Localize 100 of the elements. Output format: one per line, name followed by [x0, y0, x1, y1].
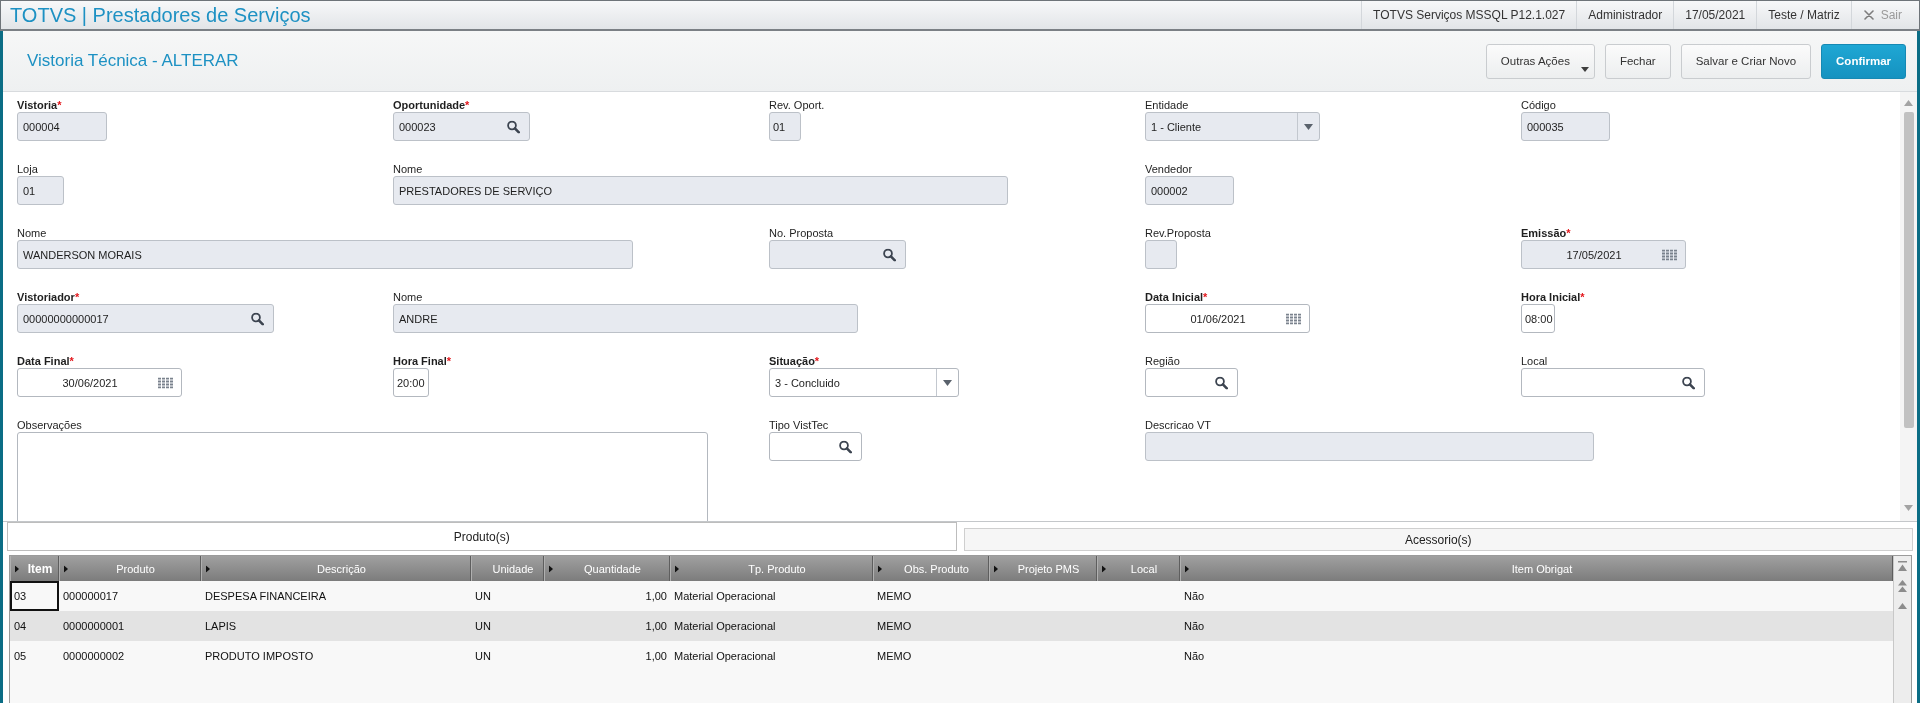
table-cell-text: LAPIS [204, 619, 238, 634]
lookup-field: 000023 [393, 112, 530, 141]
scroll-down-icon[interactable] [1904, 505, 1913, 511]
input-field: 000035 [1521, 112, 1610, 141]
select-field: 1 - Cliente [1145, 112, 1320, 141]
date-field[interactable]: 01/06/2021 [1145, 304, 1310, 333]
table-cell-text: 0000000001 [62, 619, 126, 634]
field-label: Hora Final* [393, 355, 452, 368]
table-cell-text: 1,00 [644, 649, 668, 664]
field-label: Emissão* [1521, 227, 1571, 240]
table-cell-text: UN [474, 649, 492, 664]
field-label: Nome [393, 291, 423, 304]
session-info: TOTVS Serviços MSSQL P12.1.027 [1361, 1, 1577, 29]
search-icon[interactable] [1215, 376, 1228, 389]
search-icon [251, 312, 264, 325]
scroll-up-icon[interactable] [1904, 100, 1913, 106]
scroll-to-top-icon[interactable] [1898, 561, 1907, 571]
table-cell-text: Material Operacional [673, 649, 777, 664]
field-label: Descricao VT [1145, 419, 1212, 432]
table-cell-text: Não [1183, 619, 1206, 634]
triangle-right-icon [206, 565, 210, 572]
field-label: Rev.Proposta [1145, 227, 1211, 240]
table-cell-text: 1,00 [644, 619, 668, 634]
field-label: Entidade [1145, 99, 1189, 112]
table-cell-text: 0000000002 [62, 649, 126, 664]
field-label: Data Final* [17, 355, 74, 368]
triangle-right-icon [64, 565, 68, 572]
table-cell-text: MEMO [876, 619, 913, 634]
triangle-right-icon [15, 565, 19, 572]
table-cell-text: Material Operacional [673, 619, 777, 634]
triangle-right-icon [878, 565, 882, 572]
input-field[interactable]: 08:00 [1521, 304, 1555, 333]
field-label: Observações [17, 419, 82, 432]
lookup-field[interactable] [1521, 368, 1705, 397]
table-cell-text: PRODUTO IMPOSTO [204, 649, 315, 664]
table-cell-text: DESPESA FINANCEIRA [204, 589, 328, 604]
field-label: Situação* [769, 355, 820, 368]
input-field: PRESTADORES DE SERVIÇO [393, 176, 1008, 205]
menu-button[interactable]: Outras Ações [1485, 43, 1595, 79]
field-label: Vistoriador* [17, 291, 80, 304]
field-label: Tipo VistTec [769, 419, 829, 432]
input-field: 000004 [17, 112, 107, 141]
date-field: 17/05/2021 [1521, 240, 1686, 269]
close-icon [1863, 10, 1874, 20]
search-icon[interactable] [839, 440, 852, 453]
input-field[interactable]: 20:00 [393, 368, 429, 397]
table-row[interactable]: 04 0000000001 LAPIS UN 1,00 Material Operacional MEMO Não [10, 611, 1893, 641]
table-cell-text: 000000017 [62, 589, 120, 604]
scrollbar[interactable] [1893, 556, 1911, 703]
scrollbar-thumb[interactable] [1903, 112, 1914, 428]
select-field[interactable]: 3 - Concluido [769, 368, 959, 397]
triangle-right-icon [549, 565, 553, 572]
session-info: Administrador [1576, 1, 1674, 29]
input-field: 000002 [1145, 176, 1234, 205]
input-field: 01 [769, 112, 801, 141]
table-cell-text: Não [1183, 649, 1206, 664]
table-cell-text: Não [1183, 589, 1206, 604]
caret-down-icon [1580, 66, 1589, 72]
tab[interactable]: Produto(s) [7, 522, 957, 551]
scrollbar[interactable] [1900, 92, 1917, 521]
field-label: No. Proposta [769, 227, 834, 240]
lookup-field[interactable] [769, 432, 862, 461]
input-field: ANDRE [393, 304, 858, 333]
page-title: Vistoria Técnica - ALTERAR [27, 51, 239, 71]
session-info: Teste / Matriz [1756, 1, 1851, 29]
table-cell-text: MEMO [876, 649, 913, 664]
up-arrow-icon[interactable] [1898, 603, 1907, 609]
table-cell-text: 05 [13, 649, 28, 664]
field-label: Vendedor [1145, 163, 1193, 176]
lookup-field[interactable] [1145, 368, 1238, 397]
lookup-field: 00000000000017 [17, 304, 274, 333]
date-field[interactable]: 30/06/2021 [17, 368, 182, 397]
search-icon [883, 248, 896, 261]
field-label: Vistoria* [17, 99, 62, 112]
table-cell-text: 04 [13, 619, 28, 634]
calendar-icon [1662, 249, 1677, 260]
caret-down-icon [1304, 123, 1313, 130]
session-info: 17/05/2021 [1673, 1, 1757, 29]
table-cell-text: UN [474, 619, 492, 634]
table-cell-text: 1,00 [644, 589, 668, 604]
triangle-right-icon [1185, 565, 1189, 572]
action-button[interactable]: Salvar e Criar Novo [1680, 43, 1812, 79]
input-field: 01 [17, 176, 64, 205]
field-label: Rev. Oport. [769, 99, 825, 112]
calendar-icon[interactable] [1286, 313, 1301, 324]
field-label: Loja [17, 163, 38, 176]
tab[interactable]: Acessorio(s) [963, 528, 1913, 551]
calendar-icon[interactable] [158, 377, 173, 388]
caret-down-icon[interactable] [943, 379, 952, 386]
field-label: Nome [17, 227, 47, 240]
table-cell-text: UN [474, 589, 492, 604]
search-icon[interactable] [1682, 376, 1695, 389]
double-up-arrow-icon[interactable] [1898, 580, 1907, 592]
action-button[interactable]: Fechar [1604, 43, 1671, 79]
table-cell-text: Material Operacional [673, 589, 777, 604]
table-cell: 03 [10, 581, 59, 611]
field-label: Código [1521, 99, 1556, 112]
field-label: Região [1145, 355, 1180, 368]
triangle-right-icon [1102, 565, 1106, 572]
triangle-right-icon [675, 565, 679, 572]
